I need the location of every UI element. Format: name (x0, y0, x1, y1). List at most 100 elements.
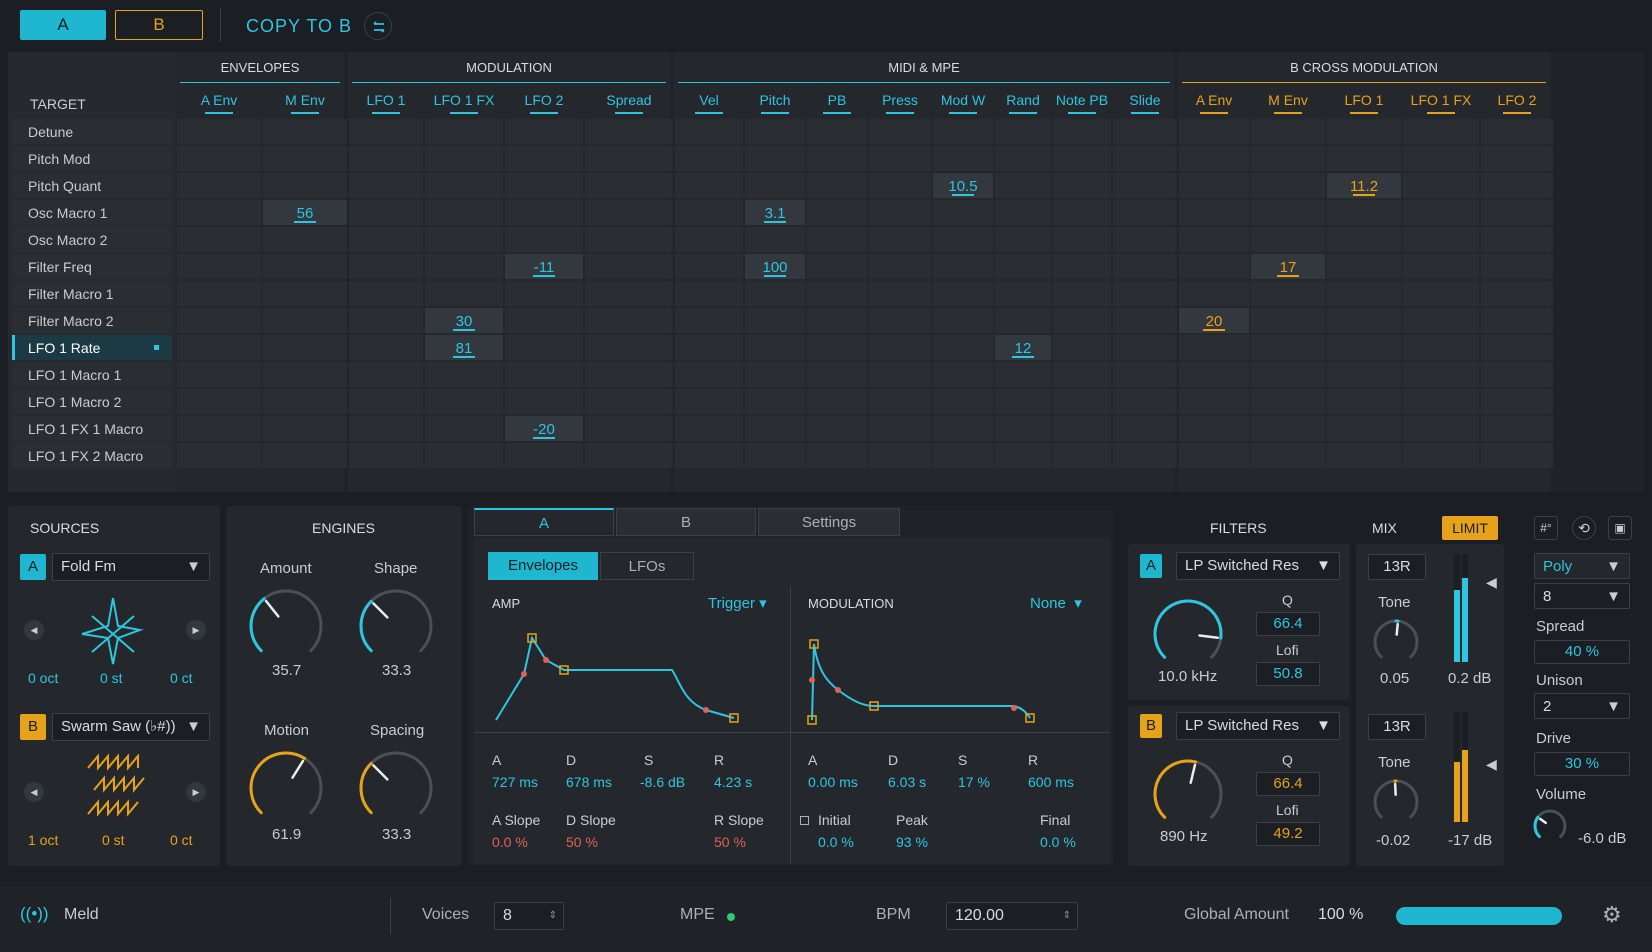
matrix-cell[interactable] (807, 443, 867, 468)
matrix-cell[interactable] (869, 362, 931, 387)
matrix-cell[interactable] (177, 443, 261, 468)
matrix-cell[interactable] (745, 362, 805, 387)
matrix-cell[interactable] (1179, 173, 1249, 198)
matrix-cell[interactable] (1053, 146, 1111, 171)
matrix-cell[interactable] (675, 443, 743, 468)
matrix-cell[interactable] (425, 173, 503, 198)
mod-s-value[interactable]: 17 % (958, 774, 990, 790)
matrix-cell[interactable] (1403, 416, 1479, 441)
matrix-cell[interactable] (1113, 173, 1177, 198)
source-b-oct[interactable]: 1 oct (28, 832, 58, 848)
matrix-cell[interactable] (1113, 335, 1177, 360)
modulation-amount-cell[interactable]: 12 (995, 335, 1051, 360)
modulation-amount-cell[interactable]: 10.5 (933, 173, 993, 198)
matrix-cell[interactable] (263, 362, 347, 387)
modulation-amount-cell[interactable]: -11 (505, 254, 583, 279)
matrix-cell[interactable] (505, 200, 583, 225)
filter-a-lofi-field[interactable]: 50.8 (1256, 662, 1320, 686)
voices-stepper[interactable]: 8 ⇕ (494, 902, 564, 930)
matrix-cell[interactable] (349, 443, 423, 468)
matrix-cell[interactable] (869, 281, 931, 306)
stepper-icon[interactable]: ⇕ (549, 903, 557, 929)
matrix-cell[interactable] (1481, 227, 1553, 252)
column-header-pitch[interactable]: Pitch (744, 92, 806, 108)
voice-mode-select[interactable]: Poly ▼ (1534, 553, 1630, 579)
spread-field[interactable]: 40 % (1534, 640, 1630, 664)
mod-a-value[interactable]: 0.00 ms (808, 774, 858, 790)
matrix-cell[interactable] (933, 119, 993, 144)
matrix-cell[interactable] (869, 146, 931, 171)
matrix-cell[interactable] (995, 227, 1051, 252)
column-header-m-env[interactable]: M Env (262, 92, 348, 108)
matrix-cell[interactable] (177, 281, 261, 306)
matrix-cell[interactable] (1251, 173, 1325, 198)
matrix-cell[interactable] (745, 173, 805, 198)
matrix-cell[interactable] (585, 281, 673, 306)
column-header-a-env[interactable]: A Env (176, 92, 262, 108)
matrix-cell[interactable] (1179, 362, 1249, 387)
matrix-cell[interactable] (1179, 119, 1249, 144)
matrix-cell[interactable] (1251, 362, 1325, 387)
matrix-cell[interactable] (933, 227, 993, 252)
matrix-cell[interactable] (933, 389, 993, 414)
matrix-cell[interactable] (1403, 362, 1479, 387)
matrix-cell[interactable] (869, 443, 931, 468)
mix-a-gain[interactable]: 0.2 dB (1448, 670, 1491, 687)
matrix-cell[interactable] (425, 281, 503, 306)
matrix-cell[interactable] (869, 389, 931, 414)
filter-a-type-select[interactable]: LP Switched Res ▼ (1176, 552, 1340, 580)
matrix-cell[interactable] (1403, 146, 1479, 171)
matrix-cell[interactable] (263, 335, 347, 360)
matrix-cell[interactable] (505, 146, 583, 171)
matrix-cell[interactable] (585, 335, 673, 360)
mod-d-value[interactable]: 6.03 s (888, 774, 926, 790)
matrix-cell[interactable] (1113, 200, 1177, 225)
matrix-cell[interactable] (1403, 389, 1479, 414)
global-amount-slider[interactable] (1396, 907, 1562, 925)
column-header-vel[interactable]: Vel (674, 92, 744, 108)
matrix-cell[interactable] (807, 281, 867, 306)
matrix-cell[interactable] (1251, 119, 1325, 144)
mix-b-tone-knob[interactable] (1370, 776, 1422, 828)
matrix-cell[interactable] (745, 308, 805, 333)
matrix-cell[interactable] (995, 254, 1051, 279)
matrix-cell[interactable] (505, 443, 583, 468)
matrix-cell[interactable] (1327, 335, 1401, 360)
amp-envelope-graph[interactable] (488, 616, 778, 726)
settings-gear-icon[interactable]: ⚙ (1602, 902, 1622, 928)
matrix-cell[interactable] (995, 119, 1051, 144)
matrix-cell[interactable] (349, 146, 423, 171)
matrix-cell[interactable] (807, 416, 867, 441)
matrix-cell[interactable] (675, 416, 743, 441)
matrix-cell[interactable] (675, 254, 743, 279)
matrix-cell[interactable] (1327, 443, 1401, 468)
matrix-cell[interactable] (585, 200, 673, 225)
matrix-cell[interactable] (995, 389, 1051, 414)
column-header-lfo-1-fx[interactable]: LFO 1 FX (1402, 92, 1480, 108)
column-header-m-env[interactable]: M Env (1250, 92, 1326, 108)
tab-settings[interactable]: Settings (758, 508, 900, 536)
mix-b-gain[interactable]: -17 dB (1448, 832, 1492, 849)
source-a-next-button[interactable]: ▶ (186, 620, 206, 640)
matrix-cell[interactable] (349, 227, 423, 252)
matrix-cell[interactable] (675, 281, 743, 306)
matrix-cell[interactable] (425, 227, 503, 252)
column-header-press[interactable]: Press (868, 92, 932, 108)
source-b-select[interactable]: Swarm Saw (♭#)) ▼ (52, 713, 210, 741)
modulation-amount-cell[interactable]: 17 (1251, 254, 1325, 279)
matrix-cell[interactable] (807, 173, 867, 198)
mod-env-target-select[interactable]: None ▾ (1030, 594, 1082, 612)
matrix-cell[interactable] (1481, 362, 1553, 387)
scale-icon[interactable]: #° (1534, 516, 1558, 540)
matrix-cell[interactable] (995, 308, 1051, 333)
matrix-cell[interactable] (1481, 389, 1553, 414)
matrix-cell[interactable] (675, 173, 743, 198)
matrix-cell[interactable] (1251, 146, 1325, 171)
amp-dslope-value[interactable]: 50 % (566, 834, 598, 850)
matrix-cell[interactable] (263, 119, 347, 144)
matrix-cell[interactable] (349, 416, 423, 441)
matrix-cell[interactable] (1113, 281, 1177, 306)
matrix-cell[interactable] (263, 173, 347, 198)
matrix-cell[interactable] (1053, 200, 1111, 225)
matrix-cell[interactable] (263, 254, 347, 279)
